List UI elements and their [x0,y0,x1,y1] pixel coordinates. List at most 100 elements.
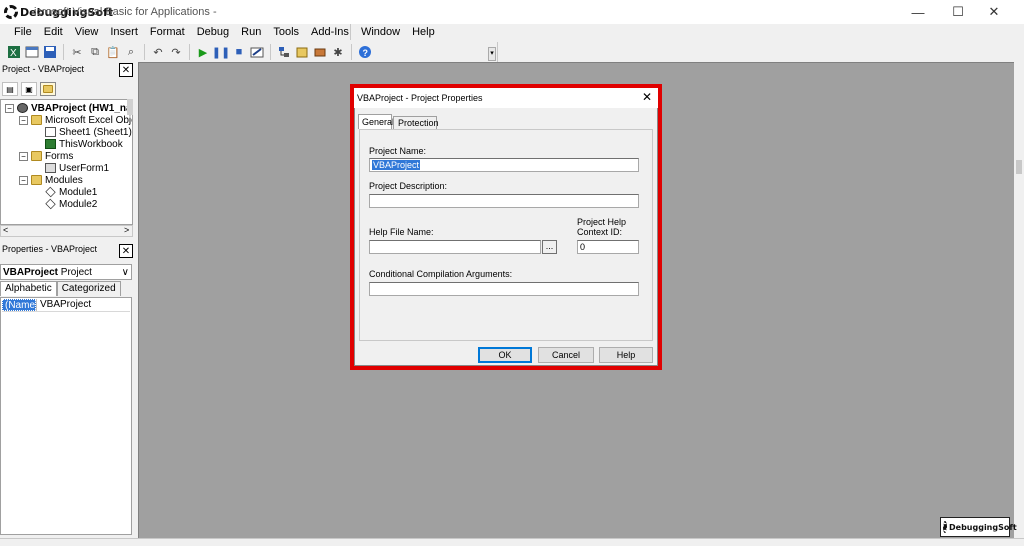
tree-item-label: Module1 [59,186,98,198]
object-browser-icon[interactable] [312,44,328,60]
svg-text:X: X [10,48,17,59]
properties-object-name: VBAProject [3,266,59,278]
menu-bar: File Edit View Insert Format Debug Run T… [0,24,1024,42]
property-value[interactable]: VBAProject [36,299,91,311]
properties-pane-title: Properties - VBAProject [0,242,136,258]
menu-add-ins[interactable]: Add-Ins [305,24,355,42]
sheet-icon [45,127,56,137]
menu-view[interactable]: View [69,24,105,42]
property-row[interactable]: (Name) VBAProject [2,299,130,312]
insert-userform-icon[interactable] [24,44,40,60]
gear-logo-icon [4,5,18,19]
collapse-icon[interactable]: − [19,175,28,185]
window-title: icrosoft Visual Basic for Applications - [34,6,217,18]
toolbar-separator [189,44,190,60]
tree-item-label: ThisWorkbook [59,138,123,150]
redo-icon[interactable]: ↷ [168,44,184,60]
scroll-right-icon[interactable]: > [124,225,129,235]
project-pane-close-button[interactable]: ✕ [119,63,133,77]
copy-icon[interactable]: ⧉ [87,44,103,60]
status-strip [0,538,1024,546]
folder-icon [31,115,42,125]
tree-item-label: Module2 [59,198,98,210]
toolbox-icon[interactable]: ✱ [330,44,346,60]
reset-icon[interactable]: ■ [231,44,247,60]
tree-item[interactable]: Module1 [33,186,97,198]
mod-icon [45,198,56,210]
menu-debug[interactable]: Debug [191,24,235,42]
watermark-text: DebuggingSoft [949,522,1017,532]
view-code-icon[interactable]: ▤ [2,82,18,96]
help-icon[interactable]: ? [357,44,373,60]
form-icon [45,163,56,173]
vba-icon [17,103,28,113]
save-icon[interactable] [42,44,58,60]
close-icon: ✕ [988,4,1000,19]
maximize-button[interactable]: ☐ [938,0,978,24]
collapse-icon[interactable]: − [5,103,14,113]
collapse-icon[interactable]: − [19,115,28,125]
properties-object-label: VBAProject Project [3,267,92,278]
menu-file[interactable]: File [8,24,38,42]
project-pane-title: Project - VBAProject [0,62,136,78]
toggle-folders-icon[interactable] [40,82,56,96]
tree-item[interactable]: ThisWorkbook [33,138,123,150]
tab-alphabetic[interactable]: Alphabetic [0,281,57,296]
excel-icon[interactable]: X [6,44,22,60]
watermark: DebuggingSoft [940,517,1017,537]
project-tree: − VBAProject (HW1_nai − Microsoft Excel Obj… [0,99,133,225]
properties-grid [0,297,132,535]
toolbar-options-dropdown[interactable]: ▾ [488,47,496,61]
chevron-down-icon: ∨ [121,266,129,278]
toolbar-separator [270,44,271,60]
paste-icon[interactable]: 📋 [105,44,121,60]
collapse-icon[interactable]: − [19,151,28,161]
minimize-button[interactable]: — [898,0,938,24]
toolbar-separator [144,44,145,60]
view-object-icon[interactable]: ▣ [21,82,37,96]
tree-item[interactable]: − Modules [19,174,83,186]
properties-object-type: Project [60,266,92,278]
menu-help[interactable]: Help [406,24,441,42]
break-icon[interactable]: ❚❚ [212,44,230,60]
tab-categorized[interactable]: Categorized [56,281,121,296]
wb-icon [45,139,56,149]
tree-item-label: Microsoft Excel Objec [45,114,133,126]
folder-icon [31,151,42,161]
menu-run[interactable]: Run [235,24,267,42]
menu-insert[interactable]: Insert [104,24,144,42]
cut-icon[interactable]: ✂ [69,44,85,60]
menu-tools[interactable]: Tools [267,24,305,42]
menubar-grip [350,24,352,40]
undo-icon[interactable]: ↶ [150,44,166,60]
maximize-icon: ☐ [952,4,964,19]
tree-item[interactable]: Sheet1 (Sheet1) [33,126,132,138]
tree-horizontal-scrollbar[interactable]: < > [0,225,133,237]
properties-window-icon[interactable] [294,44,310,60]
tree-item-label: UserForm1 [59,162,110,174]
menu-format[interactable]: Format [144,24,191,42]
folder-icon [31,175,42,185]
tree-item[interactable]: UserForm1 [33,162,109,174]
tree-item[interactable]: Module2 [33,198,97,210]
run-icon[interactable]: ▶ [195,44,211,60]
mod-icon [45,186,56,198]
tree-item[interactable]: − VBAProject (HW1_nai [5,102,133,114]
design-mode-icon[interactable] [249,44,265,60]
tree-item[interactable]: − Microsoft Excel Objec [19,114,133,126]
tree-scroll-thumb[interactable] [127,99,133,115]
scroll-left-icon[interactable]: < [3,225,8,235]
menu-edit[interactable]: Edit [38,24,69,42]
tree-item-label: Forms [45,150,74,162]
project-explorer-icon[interactable] [276,44,292,60]
right-edge [1014,24,1024,538]
close-window-button[interactable]: ✕ [974,0,1014,24]
tree-item-label: VBAProject (HW1_nai [31,102,133,114]
toolbar-separator [351,44,352,60]
tree-item[interactable]: − Forms [19,150,73,162]
properties-pane-close-button[interactable]: ✕ [119,244,133,258]
properties-object-select[interactable]: VBAProject Project ∨ [0,264,132,280]
find-icon[interactable]: ⌕ [123,44,139,60]
scroll-thumb[interactable] [1016,160,1022,174]
menu-window[interactable]: Window [355,24,406,42]
